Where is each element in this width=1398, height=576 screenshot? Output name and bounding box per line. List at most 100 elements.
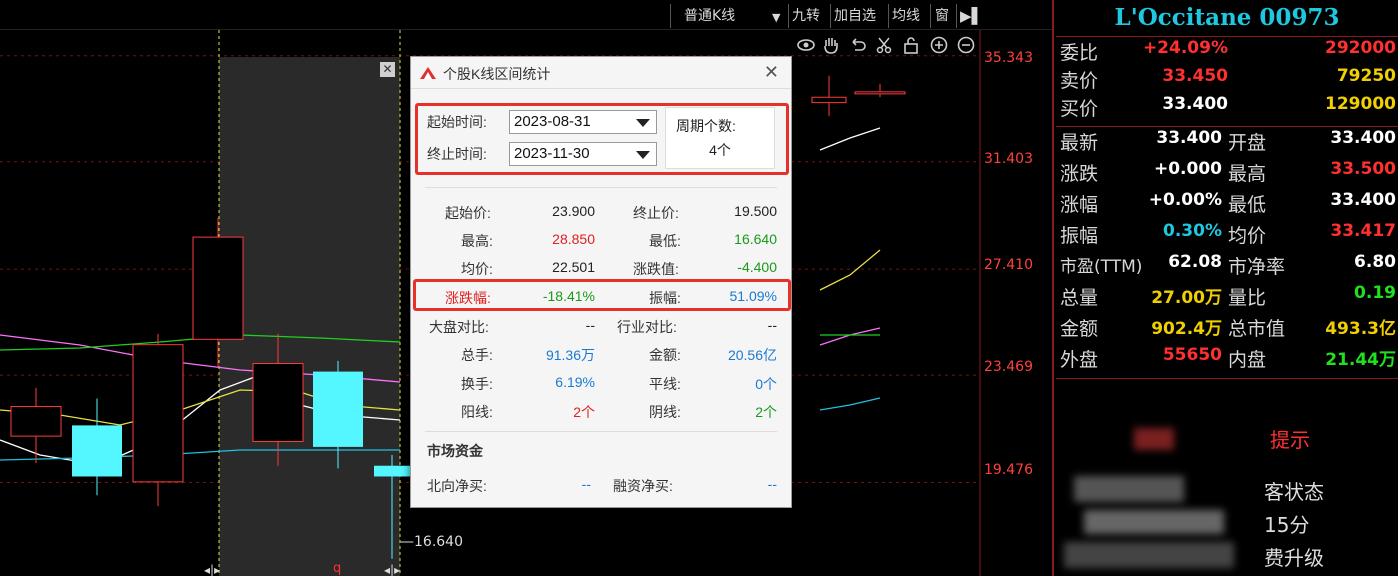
start-price-label: 起始价:	[445, 205, 491, 221]
quote-value: 0.19	[1354, 283, 1396, 303]
toolbar-separator	[788, 4, 789, 28]
candle-body[interactable]	[10, 406, 62, 437]
quote-value: 33.400	[1162, 94, 1228, 114]
avg-label: 均价:	[461, 261, 493, 277]
zoom-out-icon[interactable]	[955, 34, 977, 56]
industry-compare-value: --	[767, 317, 777, 333]
margin-label: 融资净买:	[613, 478, 673, 494]
turnover-label: 换手:	[461, 376, 493, 392]
quote-row: 买价 33.400 129000	[1060, 94, 1396, 122]
dialog-title: 个股K线区间统计	[443, 66, 551, 82]
app-logo-icon	[420, 67, 436, 79]
ma-button[interactable]: 均线	[892, 5, 920, 27]
northbound-value: --	[581, 476, 591, 492]
blurred-region	[1064, 420, 1264, 576]
quote-label: 总市值	[1228, 318, 1286, 340]
close-icon[interactable]: ✕	[764, 62, 779, 83]
scissors-icon[interactable]	[873, 34, 895, 56]
dialog-header[interactable]: 个股K线区间统计 ✕	[411, 57, 791, 89]
low-price-value: 16.640	[414, 534, 463, 550]
notice-fragment: 费升级	[1264, 546, 1324, 570]
quote-row: 委比 +24.09% 292000	[1060, 38, 1396, 66]
window-button[interactable]: 窗	[935, 5, 949, 27]
divider	[1056, 36, 1398, 37]
price-tick: 27.410	[984, 257, 1033, 273]
toolbar-separator	[830, 4, 831, 28]
candle-body[interactable]	[811, 96, 847, 104]
toolbar-separator	[956, 4, 957, 28]
price-tick: 31.403	[984, 151, 1033, 167]
candle-body[interactable]	[854, 91, 906, 95]
add-watchlist-button[interactable]: 加自选	[834, 5, 876, 27]
undo-icon[interactable]	[847, 34, 869, 56]
quote-label: 量比	[1228, 287, 1267, 309]
quote-value: 33.400	[1330, 190, 1396, 210]
quote-value: +0.00%	[1148, 190, 1222, 210]
candle-body[interactable]	[252, 363, 304, 443]
volume-value: 91.36万	[545, 347, 595, 363]
quote-value: +24.09%	[1142, 38, 1228, 58]
quote-value: 0.30%	[1163, 221, 1222, 241]
quote-info-panel: L'Occitane 00973 委比 +24.09% 292000 卖价 33.450…	[1052, 0, 1398, 576]
quote-row: 外盘 55650 内盘 21.44万	[1060, 345, 1396, 373]
q-marker: q	[333, 561, 341, 576]
divider	[1056, 126, 1398, 127]
ma-line	[819, 327, 881, 346]
high-value: 28.850	[552, 231, 595, 247]
ma-line	[819, 127, 881, 151]
quote-label: 均价	[1228, 225, 1267, 247]
chevron-down-icon[interactable]: ▼	[772, 7, 780, 29]
toolbar-separator	[888, 4, 889, 28]
volume-label: 总手:	[461, 347, 493, 363]
eye-icon[interactable]	[795, 34, 817, 56]
overlay-close-icon[interactable]: ✕	[380, 62, 395, 77]
northbound-label: 北向净买:	[427, 478, 487, 494]
divider	[425, 431, 777, 432]
candle-body[interactable]	[192, 236, 244, 340]
divider	[425, 187, 777, 188]
low-label: 最低:	[649, 233, 681, 249]
quote-label: 外盘	[1060, 349, 1099, 371]
candle-body[interactable]	[132, 344, 184, 483]
kline-type-select[interactable]: 普通K线	[684, 5, 735, 27]
quote-value: 33.400	[1330, 128, 1396, 148]
quote-label: 金额	[1060, 318, 1099, 340]
flat-label: 平线:	[649, 376, 681, 392]
quote-label: 最低	[1228, 194, 1267, 216]
yin-label: 阴线:	[649, 404, 681, 420]
margin-value: --	[767, 476, 777, 492]
candle-body[interactable]	[313, 371, 363, 447]
quote-value: 55650	[1162, 345, 1222, 365]
turnover-value: 6.19%	[555, 374, 595, 390]
candle-body[interactable]	[374, 465, 410, 477]
range-handle-left-icon[interactable]: ◂|▸	[204, 563, 220, 576]
end-price-value: 19.500	[734, 203, 777, 219]
highlight-box	[413, 279, 791, 311]
candle-body[interactable]	[72, 425, 122, 477]
range-stats-dialog[interactable]: 个股K线区间统计 ✕ 起始时间: 2023-08-31 终止时间: 2023-1…	[410, 56, 792, 508]
quote-value: 33.500	[1330, 159, 1396, 179]
highlight-box	[415, 103, 789, 175]
quote-value: 493.3亿	[1325, 319, 1396, 339]
range-handle-right-icon[interactable]: ◂|▸	[384, 563, 400, 576]
quote-label: 委比	[1060, 42, 1099, 64]
quote-label: 卖价	[1060, 70, 1099, 92]
price-tick: 19.476	[984, 462, 1033, 478]
quote-label: 振幅	[1060, 225, 1099, 247]
quote-row: 总量 27.00万 量比 0.19	[1060, 283, 1396, 311]
collapse-panel-icon[interactable]: ▶▌	[960, 5, 983, 27]
quote-value: 33.417	[1330, 221, 1396, 241]
market-compare-label: 大盘对比:	[429, 319, 489, 335]
high-label: 最高:	[461, 233, 493, 249]
quote-row: 涨幅 +0.00% 最低 33.400	[1060, 190, 1396, 218]
flat-value: 0个	[755, 376, 777, 392]
avg-value: 22.501	[552, 259, 595, 275]
lock-icon[interactable]	[900, 34, 922, 56]
zoom-in-icon[interactable]	[928, 34, 950, 56]
amount-value: 20.56亿	[727, 347, 777, 363]
quote-row: 金额 902.4万 总市值 493.3亿	[1060, 314, 1396, 342]
hand-icon[interactable]	[820, 34, 842, 56]
jiuzhuan-button[interactable]: 九转	[792, 5, 820, 27]
selected-range-highlight	[219, 57, 400, 576]
start-price-value: 23.900	[552, 203, 595, 219]
